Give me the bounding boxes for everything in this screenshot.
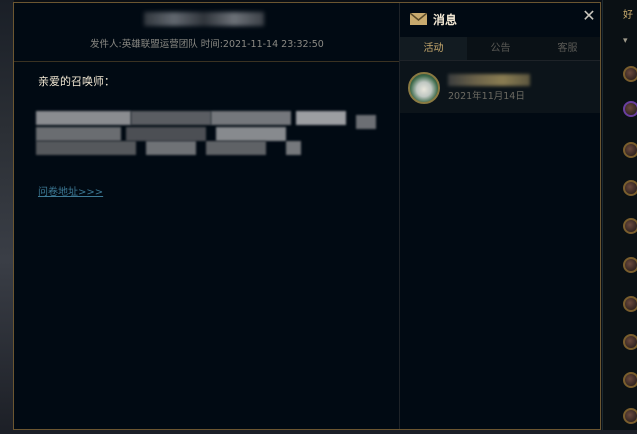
mail-meta: 发件人:英雄联盟运营团队 时间:2021-11-14 23:32:50 bbox=[90, 39, 324, 50]
message-date: 2021年11月14日 bbox=[448, 91, 525, 102]
tab-announcement[interactable]: 公告 bbox=[467, 37, 534, 60]
sender-avatar bbox=[408, 72, 440, 104]
sender-name-redacted bbox=[448, 74, 530, 86]
mail-greeting: 亲爱的召唤师： bbox=[38, 75, 115, 88]
friend-avatar[interactable] bbox=[623, 180, 637, 196]
chevron-down-icon[interactable]: ▾ bbox=[623, 36, 628, 46]
friends-list-panel: 好 ▾ bbox=[602, 0, 637, 434]
friend-avatar[interactable] bbox=[623, 372, 637, 388]
mail-title-redacted bbox=[144, 12, 264, 26]
friends-header: 好 bbox=[623, 10, 633, 21]
message-panel: 消息 ✕ 活动 公告 客服 2021年11月14日 bbox=[400, 3, 600, 429]
message-tabs: 活动 公告 客服 bbox=[400, 37, 600, 61]
tab-activity[interactable]: 活动 bbox=[400, 37, 467, 60]
tab-support[interactable]: 客服 bbox=[534, 37, 601, 60]
game-background-left bbox=[0, 0, 14, 434]
close-icon[interactable]: ✕ bbox=[581, 8, 597, 24]
mail-window: 发件人:英雄联盟运营团队 时间:2021-11-14 23:32:50 亲爱的召… bbox=[13, 2, 601, 430]
friend-avatar[interactable] bbox=[623, 142, 637, 158]
message-panel-title: 消息 bbox=[433, 13, 458, 27]
mail-body-redacted bbox=[36, 111, 376, 161]
message-list-item[interactable]: 2021年11月14日 bbox=[400, 61, 600, 113]
friend-avatar[interactable] bbox=[623, 101, 637, 117]
mail-header: 发件人:英雄联盟运营团队 时间:2021-11-14 23:32:50 bbox=[14, 3, 399, 62]
survey-link[interactable]: 问卷地址>>> bbox=[38, 183, 103, 198]
friend-avatar[interactable] bbox=[623, 218, 637, 234]
friend-avatar[interactable] bbox=[623, 408, 637, 424]
friend-avatar[interactable] bbox=[623, 296, 637, 312]
friend-avatar[interactable] bbox=[623, 257, 637, 273]
friend-avatar[interactable] bbox=[623, 66, 637, 82]
envelope-icon bbox=[410, 13, 427, 25]
bottom-bar bbox=[0, 430, 637, 434]
friend-avatar[interactable] bbox=[623, 334, 637, 350]
message-panel-header: 消息 ✕ bbox=[400, 3, 600, 37]
